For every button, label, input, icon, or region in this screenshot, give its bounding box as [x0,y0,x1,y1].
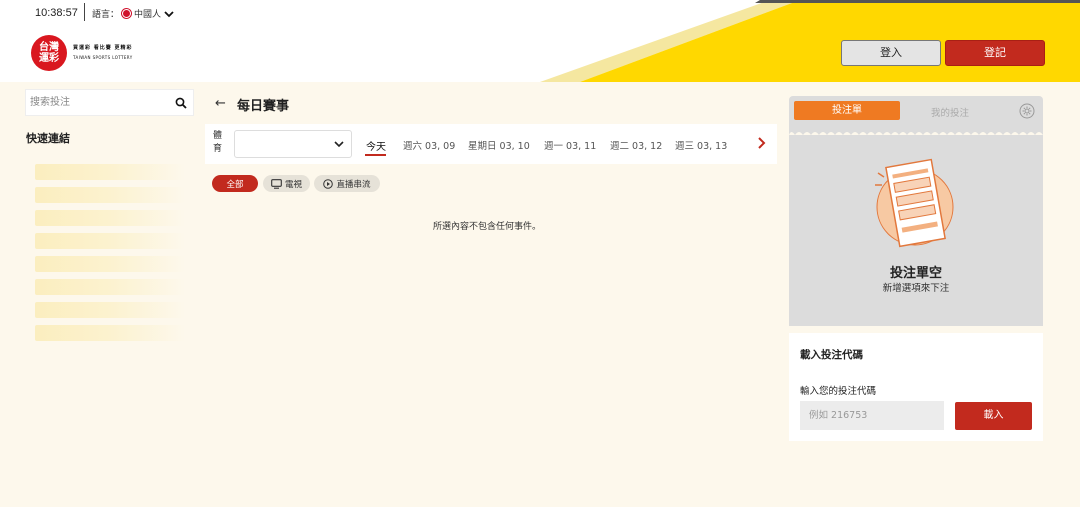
quick-link-placeholder [35,279,185,295]
sport-select[interactable] [234,130,352,158]
search-icon[interactable] [175,97,187,109]
language-label: 語言： [92,10,120,20]
chevron-right-icon[interactable] [754,134,768,152]
quick-link-placeholder [35,302,185,318]
bet-code-input[interactable] [800,401,944,430]
logo-subtitle: TAIWAN SPORTS LOTTERY [73,55,133,60]
play-circle-icon [323,178,334,189]
empty-betslip-icon [875,158,954,248]
bet-code-title: 載入投注代碼 [800,349,863,361]
language-value: 中國人 [134,10,162,20]
tv-icon [271,178,282,189]
chevron-down-icon [334,141,344,148]
search-input[interactable] [30,90,170,115]
filter-chip-label: 直播串流 [336,179,371,190]
tab-my-bets[interactable]: 我的投注 [931,105,969,119]
bet-code-panel: 載入投注代碼 輸入您的投注代碼 載入 [789,333,1043,441]
betslip-empty-title: 投注單空 [889,266,942,281]
date-tab[interactable]: 週二 03, 12 [610,138,662,152]
date-tab[interactable]: 週三 03, 13 [675,138,727,152]
back-arrow-icon[interactable]: ← [215,96,226,111]
logo-mark-text: 台灣運彩 [39,42,59,64]
quick-link-placeholder [35,164,185,180]
quick-link-placeholder [35,210,185,226]
filter-chip-label: 全部 [226,179,244,190]
quick-link-placeholder [35,325,185,341]
page-title: 每日賽事 [237,99,290,114]
login-button[interactable]: 登入 [841,40,941,66]
logo-tagline: 買運彩 看比賽 更精彩 [73,45,133,51]
quick-link-placeholder [35,233,185,249]
logo-text: 買運彩 看比賽 更精彩 TAIWAN SPORTS LOTTERY [73,44,133,60]
betslip-tear-edge [789,127,1043,135]
load-bet-code-button[interactable]: 載入 [955,402,1032,430]
filter-chip-tv[interactable]: 電視 [263,175,310,192]
bet-code-label: 輸入您的投注代碼 [800,386,877,397]
date-tab[interactable]: 今天 [366,138,386,153]
language-selector[interactable]: 語言： 中國人 [92,7,174,20]
quick-link-placeholder [35,256,185,272]
header-divider [84,3,85,21]
gear-icon[interactable] [1019,103,1035,119]
filter-chip-all[interactable]: 全部 [212,175,258,192]
sport-label: 體育 [213,131,223,154]
filter-bar: 體育 今天 週六 03, 09 星期日 03, 10 週一 03, 11 週二 … [205,124,777,164]
betslip-header: 投注單 我的投注 [789,96,1043,129]
date-tab[interactable]: 週六 03, 09 [403,138,455,152]
clock-time: 10:38:57 [35,7,78,19]
brand-logo[interactable]: 台灣運彩 [31,35,67,71]
search-box [25,89,194,116]
register-button[interactable]: 登記 [945,40,1045,66]
quick-link-placeholder [35,187,185,203]
tab-betslip[interactable]: 投注單 [794,101,900,120]
chevron-down-icon [164,10,174,17]
betslip-tear-edge [789,322,1043,325]
date-tab[interactable]: 星期日 03, 10 [468,138,530,152]
filter-chip-label: 電視 [284,179,302,190]
active-tab-indicator [365,154,386,156]
quick-links-title: 快速連結 [26,132,70,145]
flag-icon [122,9,132,18]
date-tab[interactable]: 週一 03, 11 [544,138,596,152]
betslip-empty-subtitle: 新增選項來下注 [882,283,950,294]
filter-chip-livestream[interactable]: 直播串流 [314,175,380,192]
empty-events-message: 所選內容不包含任何事件。 [433,222,542,232]
